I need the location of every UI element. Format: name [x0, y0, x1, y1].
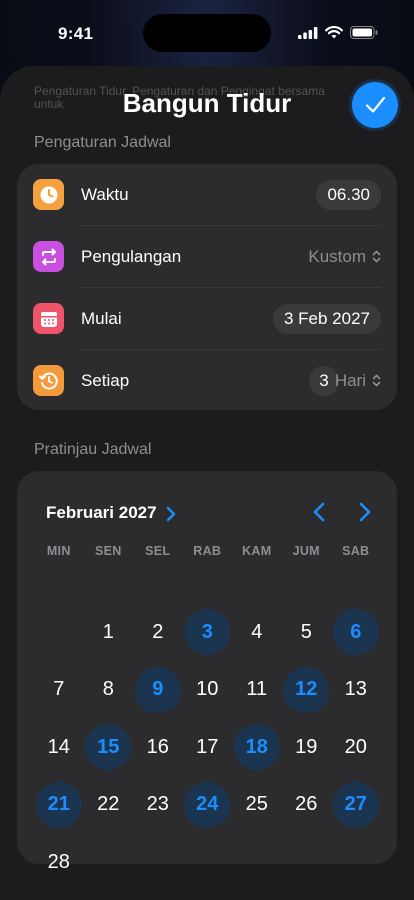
weekday-label: SAB — [342, 544, 370, 558]
done-button[interactable] — [352, 82, 398, 128]
settings-card: Waktu 06.30 Pengulangan Kustom Mulai 3 F… — [17, 164, 397, 410]
calendar-day-selected[interactable]: 9 — [134, 666, 181, 713]
status-bar: 9:41 — [0, 0, 414, 64]
weekday-label: RAB — [193, 544, 222, 558]
row-label: Setiap — [81, 371, 130, 390]
wifi-icon — [325, 26, 343, 39]
weekday-label: MIN — [46, 544, 71, 558]
row-interval[interactable]: Setiap 3 Hari — [17, 350, 397, 412]
calendar-day-selected[interactable]: 24 — [184, 781, 231, 828]
calendar-day[interactable]: 4 — [234, 609, 280, 655]
calendar-day-selected[interactable]: 21 — [35, 781, 82, 828]
calendar-day[interactable]: 10 — [184, 667, 230, 713]
schedule-sheet: Pengaturan Tidur, Pengaturan dan Penging… — [0, 66, 414, 900]
calendar-day-selected[interactable]: 15 — [85, 724, 132, 770]
calendar-day[interactable]: 14 — [36, 724, 82, 770]
weekday-label: JUM — [292, 544, 320, 558]
calendar-day[interactable]: 16 — [135, 724, 181, 770]
calendar-day[interactable]: 11 — [234, 667, 280, 713]
calendar-day-selected[interactable]: 6 — [332, 609, 379, 655]
calendar-day[interactable]: 26 — [283, 782, 329, 828]
calendar-day[interactable]: 8 — [85, 667, 131, 713]
previous-month-button[interactable] — [305, 498, 333, 526]
calendar-day-selected[interactable]: 27 — [332, 781, 379, 828]
calendar-day[interactable]: 28 — [36, 839, 82, 885]
calendar-day[interactable]: 19 — [283, 724, 329, 770]
row-repeat[interactable]: Pengulangan Kustom — [17, 226, 397, 288]
calendar-day-selected[interactable]: 12 — [283, 666, 330, 713]
checkmark-icon — [365, 96, 386, 113]
dynamic-island — [143, 14, 271, 52]
chevron-left-icon — [313, 502, 325, 522]
cellular-signal-icon — [298, 26, 318, 39]
start-date-pill[interactable]: 3 Feb 2027 — [272, 304, 381, 334]
row-start[interactable]: Mulai 3 Feb 2027 — [17, 288, 397, 350]
calendar-day-selected[interactable]: 3 — [184, 609, 231, 655]
calendar-day[interactable]: 1 — [85, 609, 131, 655]
calendar-day[interactable]: 5 — [283, 609, 329, 655]
row-label: Pengulangan — [81, 247, 182, 266]
calendar-icon — [33, 303, 64, 334]
calendar-day[interactable]: 23 — [135, 782, 181, 828]
weekday-label: SEL — [145, 544, 171, 558]
repeat-icon — [33, 241, 64, 272]
next-month-button[interactable] — [351, 498, 379, 526]
clock-icon — [33, 179, 64, 210]
battery-icon — [350, 26, 378, 39]
calendar-day[interactable]: 20 — [333, 724, 379, 770]
calendar-day[interactable]: 17 — [184, 724, 230, 770]
month-label[interactable]: Februari 2027 — [46, 503, 157, 523]
calendar-day[interactable]: 13 — [333, 667, 379, 713]
chevron-up-down-icon — [372, 374, 381, 387]
calendar-day-selected[interactable]: 18 — [233, 724, 280, 770]
history-icon — [33, 365, 64, 396]
interval-unit[interactable]: Hari — [335, 371, 366, 391]
section-title-schedule-preview: Pratinjau Jadwal — [34, 441, 152, 458]
chevron-right-icon — [359, 502, 371, 522]
weekday-label: SEN — [94, 544, 122, 558]
chevron-up-down-icon — [372, 250, 381, 263]
status-icons — [298, 26, 378, 39]
calendar-card: Februari 2027 MIN SEN SEL RAB KAM JUM SAB 1 2 3 4 5… — [17, 471, 397, 873]
calendar-day[interactable]: 22 — [85, 782, 131, 828]
chevron-right-icon[interactable] — [166, 506, 176, 522]
row-label: Waktu — [81, 185, 129, 204]
time-value-pill[interactable]: 06.30 — [316, 180, 381, 210]
status-time: 9:41 — [58, 24, 94, 43]
section-title-schedule-settings: Pengaturan Jadwal — [34, 134, 171, 151]
calendar-day[interactable]: 7 — [36, 667, 82, 713]
calendar-day[interactable]: 25 — [234, 782, 280, 828]
calendar-day[interactable]: 2 — [135, 609, 181, 655]
weekday-label: KAM — [242, 544, 272, 558]
row-time[interactable]: Waktu 06.30 — [17, 164, 397, 226]
row-label: Mulai — [81, 309, 122, 328]
repeat-value[interactable]: Kustom — [308, 247, 366, 267]
